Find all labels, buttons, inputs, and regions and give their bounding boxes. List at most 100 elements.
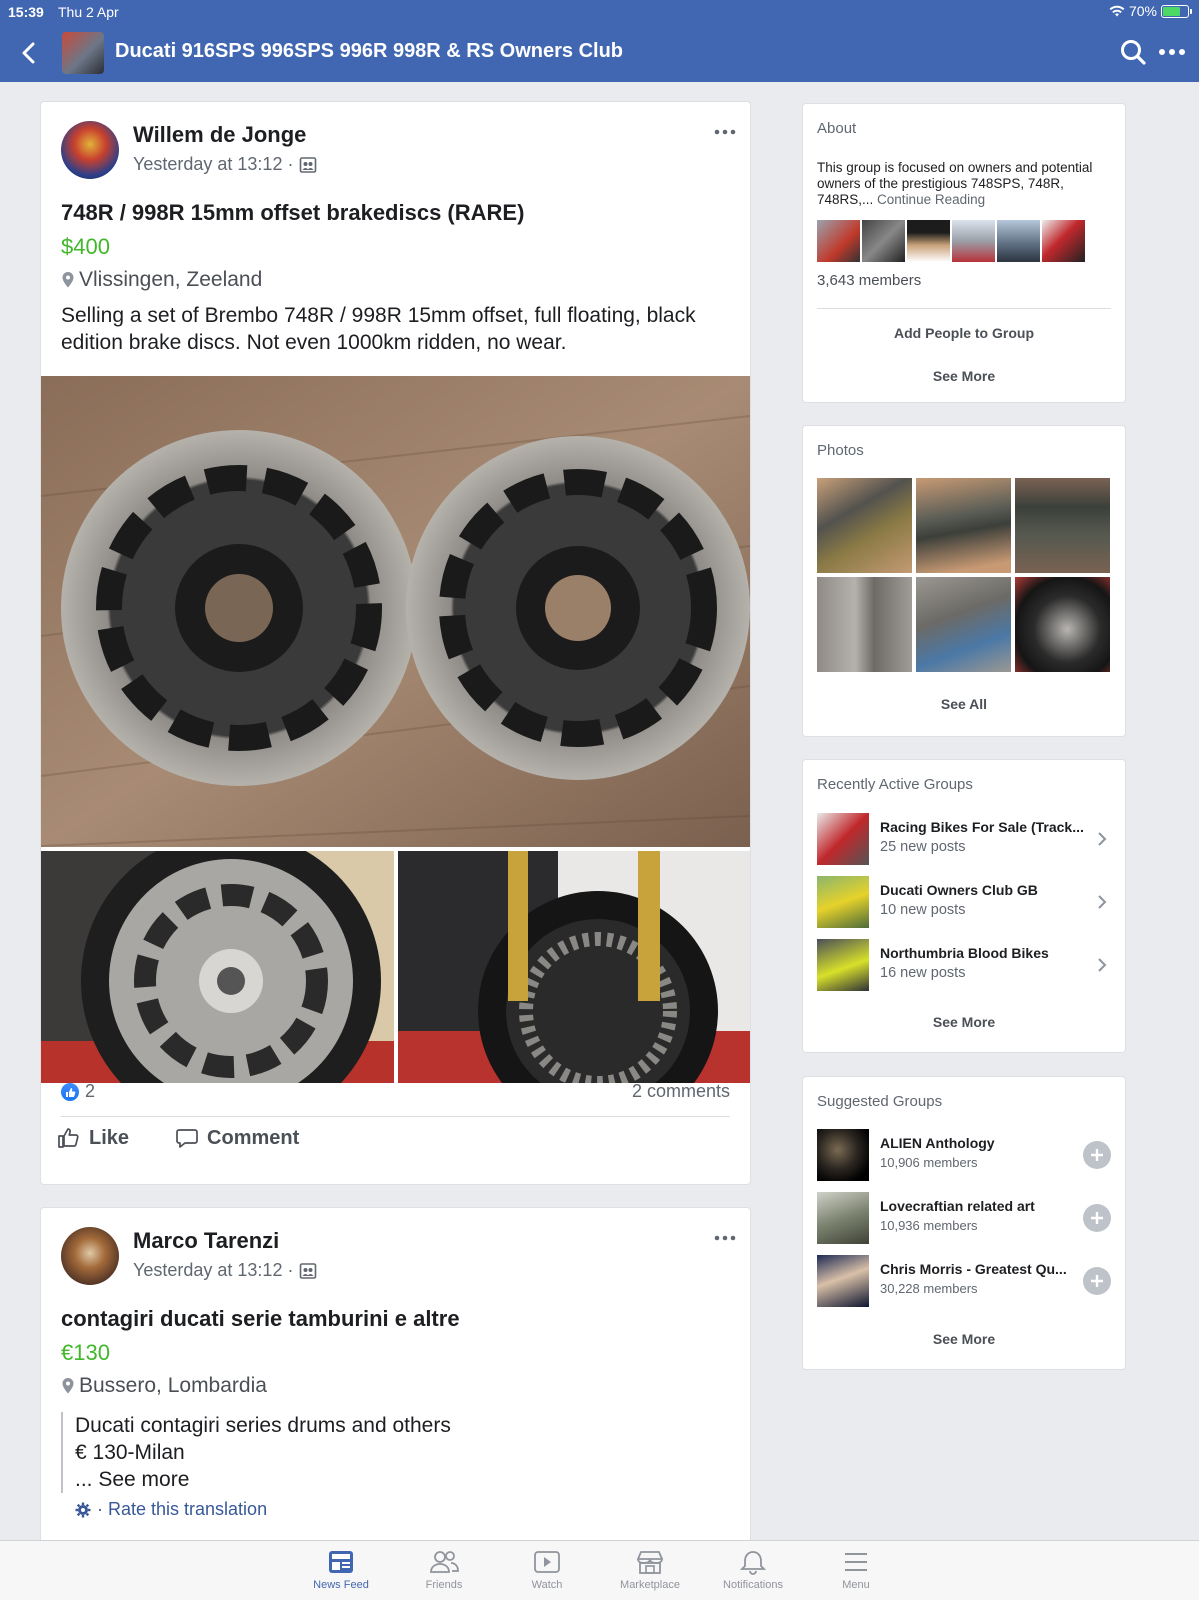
group-row[interactable]: Northumbria Blood Bikes 16 new posts: [817, 939, 1111, 993]
post-options-icon[interactable]: [712, 122, 738, 142]
tab-news-feed[interactable]: News Feed: [296, 1549, 386, 1591]
tab-label: Watch: [531, 1579, 563, 1591]
see-more-link[interactable]: ... See more: [75, 1466, 730, 1493]
member-thumb[interactable]: [907, 220, 950, 262]
bottom-tab-bar: News Feed Friends Watch Marketplace Noti…: [0, 1540, 1199, 1600]
more-options-icon[interactable]: [1157, 40, 1187, 64]
comment-button[interactable]: Comment: [175, 1115, 299, 1161]
suggested-group-row[interactable]: Lovecraftian related art 10,936 members: [817, 1192, 1111, 1246]
section-title: Photos: [817, 442, 864, 459]
battery-icon: [1161, 4, 1192, 18]
about-card: About This group is focused on owners an…: [803, 104, 1125, 402]
location-pin-icon: [62, 272, 74, 288]
post-card: Marco Tarenzi Yesterday at 13:12 · conta…: [41, 1208, 750, 1542]
member-count[interactable]: 3,643 members: [817, 272, 921, 289]
news-feed-icon: [329, 1551, 353, 1573]
comments-count[interactable]: 2 comments: [632, 1081, 730, 1102]
comment-label: Comment: [207, 1126, 300, 1149]
group-cover-thumbnail[interactable]: [62, 32, 104, 74]
rate-translation-label: · Rate this translation: [97, 1499, 268, 1519]
join-group-plus-icon[interactable]: [1083, 1204, 1111, 1232]
post-options-icon[interactable]: [712, 1228, 738, 1248]
section-title: About: [817, 120, 857, 137]
location-pin-icon: [62, 1378, 74, 1394]
rate-translation[interactable]: · Rate this translation: [75, 1499, 716, 1520]
group-name: Northumbria Blood Bikes: [880, 945, 1049, 961]
listing-photo-wheel[interactable]: [41, 851, 394, 1083]
tab-label: Notifications: [723, 1579, 783, 1591]
tab-marketplace[interactable]: Marketplace: [605, 1549, 695, 1591]
like-count[interactable]: 2: [85, 1081, 95, 1102]
photo-thumb[interactable]: [817, 577, 912, 672]
photos-see-all[interactable]: See All: [803, 696, 1125, 712]
group-title[interactable]: Ducati 916SPS 996SPS 996R 998R & RS Owne…: [115, 40, 623, 63]
like-button[interactable]: Like: [57, 1115, 129, 1161]
status-indicators: 70%: [1109, 3, 1192, 19]
suggested-groups-see-more[interactable]: See More: [803, 1331, 1125, 1347]
nav-bar: Ducati 916SPS 996SPS 996R 998R & RS Owne…: [0, 28, 1199, 78]
photo-thumb[interactable]: [916, 577, 1011, 672]
group-name: ALIEN Anthology: [880, 1135, 995, 1151]
photo-thumb[interactable]: [1015, 577, 1110, 672]
member-thumb[interactable]: [1042, 220, 1085, 262]
continue-reading-link[interactable]: Continue Reading: [877, 192, 985, 207]
tab-watch[interactable]: Watch: [502, 1549, 592, 1591]
member-thumb[interactable]: [817, 220, 860, 262]
listing-title[interactable]: 748R / 998R 15mm offset brakediscs (RARE…: [61, 200, 730, 226]
post-header: Marco Tarenzi Yesterday at 13:12 ·: [41, 1208, 750, 1298]
recent-groups-see-more[interactable]: See More: [803, 1014, 1125, 1030]
group-name: Lovecraftian related art: [880, 1198, 1035, 1214]
comment-bubble-icon: [176, 1129, 198, 1148]
group-row[interactable]: Racing Bikes For Sale (Track... 25 new p…: [817, 813, 1111, 867]
suggested-groups-card: Suggested Groups ALIEN Anthology 10,906 …: [803, 1077, 1125, 1369]
post-time[interactable]: Yesterday at 13:12 ·: [133, 1260, 293, 1281]
listing-title[interactable]: contagiri ducati serie tamburini e altre: [61, 1306, 730, 1332]
suggested-group-row[interactable]: ALIEN Anthology 10,906 members: [817, 1129, 1111, 1183]
add-people-button[interactable]: Add People to Group: [803, 325, 1125, 341]
tab-friends[interactable]: Friends: [399, 1549, 489, 1591]
bike-front-photo: [398, 851, 750, 1083]
photo-thumb[interactable]: [817, 478, 912, 573]
recent-groups-card: Recently Active Groups Racing Bikes For …: [803, 760, 1125, 1052]
listing-photo-main[interactable]: [41, 376, 750, 847]
tab-menu[interactable]: Menu: [811, 1549, 901, 1591]
group-new-posts: 16 new posts: [880, 965, 966, 981]
group-members: 10,906 members: [880, 1155, 978, 1170]
photo-thumb[interactable]: [916, 478, 1011, 573]
tab-notifications[interactable]: Notifications: [708, 1549, 798, 1591]
member-thumb[interactable]: [862, 220, 905, 262]
like-reaction-icon[interactable]: [61, 1083, 79, 1101]
search-icon[interactable]: [1119, 38, 1147, 66]
join-group-plus-icon[interactable]: [1083, 1141, 1111, 1169]
group-name: Racing Bikes For Sale (Track...: [880, 819, 1084, 835]
listing-price: €130: [61, 1340, 110, 1365]
body-line: € 130-Milan: [75, 1441, 185, 1464]
app-header: 15:39 Thu 2 Apr 70% Ducati 916SPS 996SPS…: [0, 0, 1199, 82]
photo-thumb[interactable]: [1015, 478, 1110, 573]
avatar[interactable]: [61, 1227, 119, 1285]
suggested-group-row[interactable]: Chris Morris - Greatest Qu... 30,228 mem…: [817, 1255, 1111, 1309]
member-thumb[interactable]: [952, 220, 995, 262]
group-row[interactable]: Ducati Owners Club GB 10 new posts: [817, 876, 1111, 930]
post-time[interactable]: Yesterday at 13:12 ·: [133, 154, 293, 175]
thumbs-up-icon: [58, 1128, 79, 1148]
about-description: This group is focused on owners and pote…: [817, 160, 1109, 208]
chevron-right-icon: [1098, 958, 1107, 972]
back-arrow-icon[interactable]: [18, 40, 40, 66]
member-thumb[interactable]: [997, 220, 1040, 262]
post-actions: Like Comment: [57, 1115, 299, 1161]
avatar[interactable]: [61, 121, 119, 179]
chevron-right-icon: [1098, 895, 1107, 909]
about-see-more[interactable]: See More: [803, 368, 1125, 384]
post-author[interactable]: Willem de Jonge: [133, 122, 306, 148]
post-card: Willem de Jonge Yesterday at 13:12 · 748…: [41, 102, 750, 1184]
post-author[interactable]: Marco Tarenzi: [133, 1228, 279, 1254]
post-meta: Yesterday at 13:12 ·: [133, 154, 317, 175]
join-group-plus-icon[interactable]: [1083, 1267, 1111, 1295]
group-thumb: [817, 1129, 869, 1181]
group-thumb: [817, 876, 869, 928]
listing-price: $400: [61, 234, 110, 259]
chevron-right-icon: [1098, 832, 1107, 846]
gear-icon: [75, 1502, 91, 1517]
listing-photo-bike[interactable]: [398, 851, 750, 1083]
